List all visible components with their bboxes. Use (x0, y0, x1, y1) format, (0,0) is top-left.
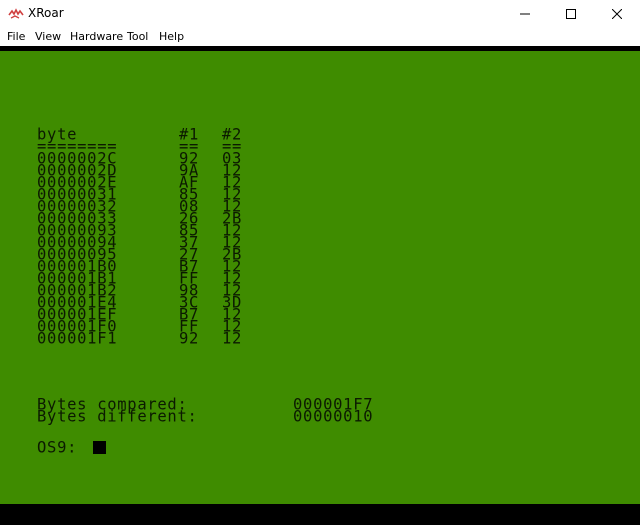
maximize-button[interactable] (548, 0, 594, 28)
window-title: XRoar (28, 6, 64, 20)
menu-hardware[interactable]: Hardware (70, 30, 123, 43)
title-bar: XRoar (0, 0, 640, 28)
screen-bottom-border (0, 504, 640, 525)
minimize-button[interactable] (502, 0, 548, 28)
minimize-icon (520, 9, 530, 19)
menu-view[interactable]: View (35, 30, 61, 43)
text-cursor (93, 441, 106, 454)
os9-prompt: OS9: (37, 437, 78, 457)
row-byte: 000001F1 (37, 328, 118, 348)
close-button[interactable] (594, 0, 640, 28)
menu-bar: File View Hardware Tool Help (0, 28, 640, 46)
summary-value: 00000010 (293, 406, 374, 426)
row-value-2: 12 (222, 328, 243, 348)
maximize-icon (566, 9, 576, 19)
menu-help[interactable]: Help (159, 30, 184, 43)
menu-file[interactable]: File (7, 30, 25, 43)
row-value-1: 92 (179, 328, 200, 348)
xroar-icon (8, 7, 24, 21)
summary-label: Bytes different: (37, 406, 198, 426)
menu-tool[interactable]: Tool (127, 30, 148, 43)
close-icon (612, 9, 622, 19)
